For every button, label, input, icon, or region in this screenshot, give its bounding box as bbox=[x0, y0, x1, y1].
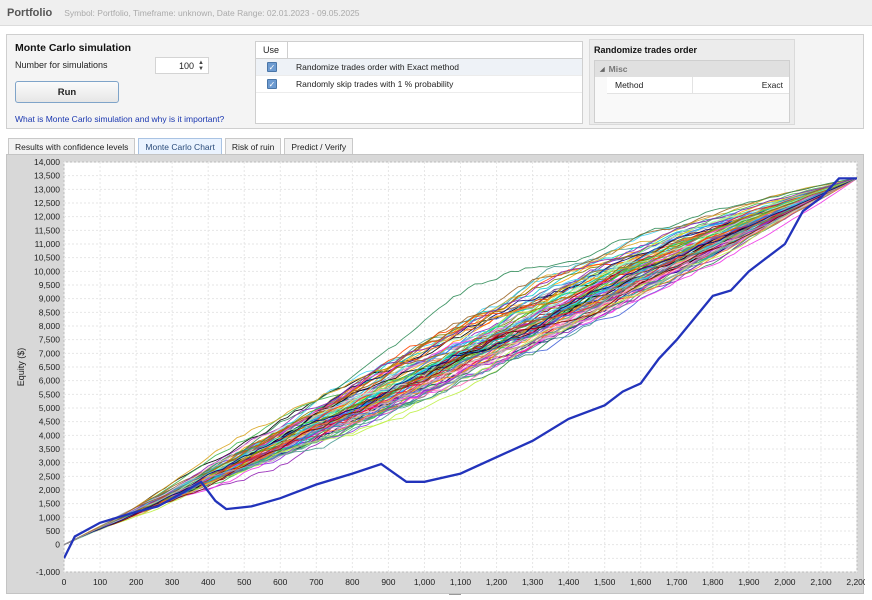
y-tick-label: 2,000 bbox=[39, 485, 61, 495]
tab-bar: Results with confidence levels Monte Car… bbox=[8, 138, 354, 154]
y-tick-label: 1,500 bbox=[39, 499, 61, 509]
y-tick-label: 4,000 bbox=[39, 430, 61, 440]
property-key: Method bbox=[607, 77, 693, 93]
property-category-label: Misc bbox=[608, 64, 628, 74]
x-tick-label: 2,100 bbox=[810, 577, 832, 587]
x-tick-label: 1,800 bbox=[702, 577, 724, 587]
simulation-count-stepper[interactable]: 100 ▲ ▼ bbox=[155, 57, 209, 74]
x-tick-label: 600 bbox=[273, 577, 287, 587]
window-subtitle: Symbol: Portfolio, Timeframe: unknown, D… bbox=[64, 7, 360, 18]
y-tick-label: 11,000 bbox=[35, 239, 61, 249]
simulation-count-value: 100 bbox=[178, 60, 194, 71]
collapse-triangle-icon[interactable]: ◢ bbox=[600, 66, 605, 73]
simulation-count-label: Number for simulations bbox=[15, 60, 108, 70]
x-tick-label: 900 bbox=[381, 577, 395, 587]
y-tick-label: 9,000 bbox=[39, 294, 61, 304]
monte-carlo-help-link[interactable]: What is Monte Carlo simulation and why i… bbox=[15, 114, 224, 124]
x-tick-label: 100 bbox=[93, 577, 107, 587]
x-tick-label: 1,600 bbox=[630, 577, 652, 587]
property-value[interactable]: Exact bbox=[693, 80, 789, 90]
option-label-randomize: Randomize trades order with Exact method bbox=[296, 62, 459, 72]
y-tick-label: 13,000 bbox=[34, 184, 60, 194]
chart-svg: 0 100 200 300 400 500 600 700 800 900 1,000 1,100 1,… bbox=[16, 157, 865, 587]
y-tick-label: 8,500 bbox=[39, 307, 61, 317]
y-tick-label: 13,500 bbox=[34, 171, 60, 181]
x-tick-label: 400 bbox=[201, 577, 215, 587]
window-title: Portfolio bbox=[7, 6, 53, 19]
y-axis-label: Equity ($) bbox=[16, 348, 26, 387]
options-table-header: Use bbox=[256, 42, 582, 59]
tab-predict-verify[interactable]: Predict / Verify bbox=[284, 138, 354, 154]
simulation-title: Monte Carlo simulation bbox=[15, 42, 132, 54]
x-tick-label: 0 bbox=[62, 577, 67, 587]
y-tick-label: -1,000 bbox=[36, 567, 60, 577]
y-tick-label: 6,500 bbox=[39, 362, 61, 372]
y-tick-label: 7,000 bbox=[39, 348, 61, 358]
x-tick-label: 500 bbox=[237, 577, 251, 587]
checkbox-randomize[interactable]: ✓ bbox=[267, 62, 277, 72]
monte-carlo-chart: 0 100 200 300 400 500 600 700 800 900 1,000 1,100 1,… bbox=[6, 154, 865, 594]
simulation-config-panel: Monte Carlo simulation Number for simula… bbox=[6, 34, 864, 129]
option-label-skip: Randomly skip trades with 1 % probabilit… bbox=[296, 79, 454, 89]
use-column-header: Use bbox=[256, 42, 288, 58]
x-tick-label: 1,900 bbox=[738, 577, 760, 587]
x-tick-label: 1,200 bbox=[486, 577, 508, 587]
x-tick-label: 1,100 bbox=[450, 577, 472, 587]
tab-monte-carlo-chart[interactable]: Monte Carlo Chart bbox=[138, 138, 222, 154]
option-row-skip[interactable]: ✓ Randomly skip trades with 1 % probabil… bbox=[256, 76, 582, 93]
x-tick-label: 2,200 bbox=[846, 577, 865, 587]
y-tick-label: 11,500 bbox=[35, 225, 61, 235]
y-tick-label: 10,000 bbox=[34, 266, 60, 276]
y-tick-label: 500 bbox=[46, 526, 60, 536]
splitter-handle[interactable] bbox=[449, 594, 461, 600]
run-button[interactable]: Run bbox=[15, 81, 119, 103]
y-tick-label: 9,500 bbox=[39, 280, 61, 290]
y-tick-label: 12,000 bbox=[34, 212, 60, 222]
x-tick-label: 1,700 bbox=[666, 577, 688, 587]
tab-results[interactable]: Results with confidence levels bbox=[8, 138, 136, 154]
y-tick-label: 3,000 bbox=[39, 458, 61, 468]
y-tick-label: 3,500 bbox=[39, 444, 61, 454]
y-tick-label: 12,500 bbox=[34, 198, 60, 208]
randomize-order-title: Randomize trades order bbox=[594, 45, 698, 55]
x-tick-label: 200 bbox=[129, 577, 143, 587]
property-row-method[interactable]: Method Exact bbox=[607, 77, 789, 94]
x-tick-label: 700 bbox=[309, 577, 323, 587]
window-header: Portfolio Symbol: Portfolio, Timeframe: … bbox=[0, 0, 872, 26]
option-row-randomize[interactable]: ✓ Randomize trades order with Exact meth… bbox=[256, 59, 582, 76]
y-tick-label: 5,500 bbox=[39, 389, 61, 399]
x-tick-label: 800 bbox=[345, 577, 359, 587]
property-category-misc[interactable]: ◢ Misc bbox=[595, 61, 789, 77]
randomize-order-panel: Randomize trades order ◢ Misc Method Exa… bbox=[589, 39, 795, 125]
x-tick-label: 1,400 bbox=[558, 577, 580, 587]
x-tick-label: 1,300 bbox=[522, 577, 544, 587]
y-tick-label: 0 bbox=[55, 540, 60, 550]
y-tick-label: 7,500 bbox=[39, 335, 61, 345]
y-tick-label: 6,000 bbox=[39, 376, 61, 386]
y-tick-label: 1,000 bbox=[39, 512, 61, 522]
y-tick-label: 10,500 bbox=[34, 253, 60, 263]
y-tick-label: 2,500 bbox=[39, 471, 61, 481]
spinner-arrows-icon[interactable]: ▲ ▼ bbox=[197, 59, 205, 72]
checkbox-skip[interactable]: ✓ bbox=[267, 79, 277, 89]
property-grid: ◢ Misc Method Exact bbox=[594, 60, 790, 123]
x-tick-label: 300 bbox=[165, 577, 179, 587]
y-tick-label: 8,000 bbox=[39, 321, 61, 331]
y-tick-label: 14,000 bbox=[34, 157, 60, 167]
y-tick-label: 4,500 bbox=[39, 417, 61, 427]
options-table: Use ✓ Randomize trades order with Exact … bbox=[255, 41, 583, 124]
x-tick-label: 1,000 bbox=[414, 577, 436, 587]
y-tick-label: 5,000 bbox=[39, 403, 61, 413]
tab-risk-of-ruin[interactable]: Risk of ruin bbox=[224, 138, 282, 154]
x-tick-label: 1,500 bbox=[594, 577, 616, 587]
x-tick-label: 2,000 bbox=[774, 577, 796, 587]
